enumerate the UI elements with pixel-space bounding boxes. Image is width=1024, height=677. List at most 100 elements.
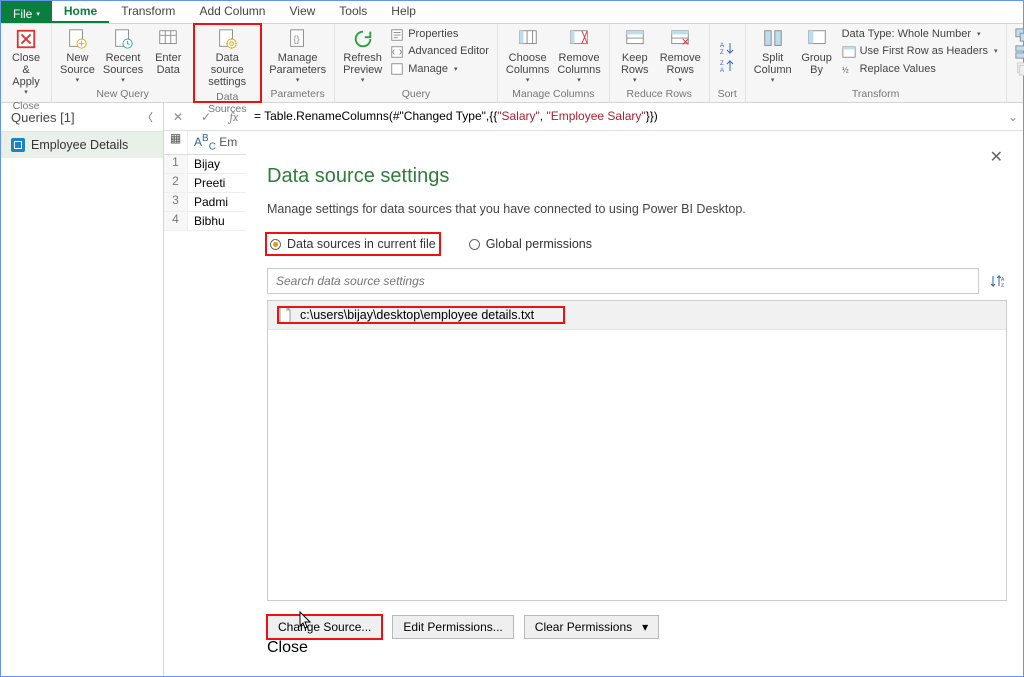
- tab-tools[interactable]: Tools: [327, 1, 379, 23]
- close-apply-button[interactable]: Close & Apply ▾: [5, 26, 47, 99]
- group-by-button[interactable]: Group By: [796, 26, 838, 78]
- cell[interactable]: Bijay: [188, 155, 226, 173]
- chevron-down-icon: ▾: [296, 77, 300, 85]
- chevron-down-icon: ▾: [994, 47, 998, 57]
- formula-cancel-icon[interactable]: ✕: [164, 110, 192, 124]
- radio-group-scope: Data sources in current file Global perm…: [267, 234, 1007, 254]
- choose-columns-button[interactable]: Choose Columns▾: [502, 26, 553, 87]
- data-source-settings-button[interactable]: Data source settings: [198, 26, 256, 90]
- data-type-label: Data Type: Whole Number: [842, 27, 971, 42]
- recent-sources-button[interactable]: Recent Sources▾: [99, 26, 147, 87]
- sort-asc-icon[interactable]: AZ: [719, 40, 735, 56]
- fx-icon[interactable]: fx: [220, 110, 248, 124]
- ribbon-group-close: Close & Apply ▾ Close: [1, 24, 52, 102]
- formula-text-1: = Table.RenameColumns(#"Changed Type",{{: [254, 109, 497, 123]
- remove-rows-button[interactable]: Remove Rows▾: [656, 26, 705, 87]
- row-number: 2: [164, 174, 188, 192]
- formula-text-2: "Salary": [497, 109, 540, 123]
- clear-permissions-button[interactable]: Clear Permissions▾: [524, 615, 659, 639]
- cell[interactable]: Preeti: [188, 174, 231, 192]
- combine-files-icon: [1015, 62, 1024, 76]
- properties-label: Properties: [408, 27, 458, 42]
- group-label-sort: Sort: [714, 87, 741, 102]
- formula-expand-icon[interactable]: ⌄: [1003, 110, 1023, 124]
- data-source-settings-dialog: ✕ Data source settings Manage settings f…: [256, 138, 1018, 668]
- svg-text:A: A: [720, 43, 724, 49]
- table-icon: [11, 138, 25, 152]
- query-item-label: Employee Details: [31, 138, 128, 152]
- recent-sources-icon: [112, 28, 134, 50]
- formula-text-5: }}): [646, 109, 658, 123]
- change-source-label: Change Source...: [278, 620, 371, 634]
- tab-help[interactable]: Help: [379, 1, 428, 23]
- formula-text-4: "Employee Salary": [546, 109, 645, 123]
- queries-header[interactable]: Queries [1] 〈: [1, 103, 163, 132]
- tab-file[interactable]: File ▾: [1, 1, 52, 23]
- ribbon-group-reduce-rows: Keep Rows▾ Remove Rows▾ Reduce Rows: [610, 24, 710, 102]
- sort-desc-icon[interactable]: ZA: [719, 58, 735, 74]
- group-label-reduce-rows: Reduce Rows: [614, 87, 705, 102]
- tab-transform[interactable]: Transform: [109, 1, 187, 23]
- first-row-headers-button[interactable]: Use First Row as Headers▾: [838, 43, 1002, 60]
- data-grid[interactable]: ▦ABC Em 1Bijay 2Preeti 3Padmi 4Bibhu: [164, 131, 246, 231]
- headers-icon: [842, 45, 856, 59]
- row-number: 3: [164, 193, 188, 211]
- tab-view[interactable]: View: [277, 1, 327, 23]
- menubar: File ▾ Home Transform Add Column View To…: [1, 1, 1023, 23]
- change-source-button[interactable]: Change Source...: [267, 615, 382, 639]
- manage-label: Manage: [408, 62, 448, 77]
- data-source-row[interactable]: c:\users\bijay\desktop\employee details.…: [268, 301, 1006, 330]
- close-dialog-button[interactable]: Close: [267, 639, 1007, 657]
- choose-columns-icon: [517, 28, 539, 50]
- new-source-label: New Source: [60, 52, 95, 76]
- recent-sources-label: Recent Sources: [103, 52, 143, 76]
- manage-icon: [390, 62, 404, 76]
- data-type-button[interactable]: Data Type: Whole Number▾: [838, 26, 1002, 43]
- refresh-preview-button[interactable]: Refresh Preview▾: [339, 26, 386, 87]
- manage-button[interactable]: Manage ▾: [386, 61, 493, 78]
- radio-current-file[interactable]: Data sources in current file: [267, 234, 439, 254]
- append-queries-button[interactable]: Append Queries▾: [1011, 43, 1024, 60]
- manage-parameters-label: Manage Parameters: [269, 52, 326, 76]
- cell[interactable]: Padmi: [188, 193, 234, 211]
- tab-add-column[interactable]: Add Column: [187, 1, 277, 23]
- enter-data-button[interactable]: Enter Data: [147, 26, 189, 78]
- group-by-label: Group By: [801, 52, 832, 76]
- radio-icon: [469, 239, 480, 250]
- tab-home[interactable]: Home: [52, 1, 109, 23]
- replace-values-button[interactable]: ½Replace Values: [838, 61, 1002, 78]
- data-source-list[interactable]: c:\users\bijay\desktop\employee details.…: [267, 300, 1007, 601]
- query-item-employee-details[interactable]: Employee Details: [1, 132, 163, 158]
- svg-text:Z: Z: [1001, 283, 1004, 289]
- row-number: 1: [164, 155, 188, 173]
- group-by-icon: [806, 28, 828, 50]
- radio-global-permissions[interactable]: Global permissions: [469, 237, 592, 251]
- clear-permissions-label: Clear Permissions: [535, 620, 632, 634]
- keep-rows-button[interactable]: Keep Rows▾: [614, 26, 656, 87]
- properties-button[interactable]: Properties: [386, 26, 493, 43]
- dialog-close-icon[interactable]: ✕: [990, 147, 1003, 167]
- enter-data-icon: [157, 28, 179, 50]
- group-label-query: Query: [339, 87, 493, 102]
- advanced-editor-button[interactable]: Advanced Editor: [386, 43, 493, 60]
- group-label-manage-columns: Manage Columns: [502, 87, 605, 102]
- column-header[interactable]: ABC Em: [188, 131, 243, 154]
- remove-columns-button[interactable]: Remove Columns▾: [553, 26, 604, 87]
- remove-rows-label: Remove Rows: [660, 52, 701, 76]
- sort-icon[interactable]: AZ: [987, 271, 1007, 291]
- chevron-down-icon: ▾: [454, 65, 458, 75]
- new-source-button[interactable]: New Source▾: [56, 26, 99, 87]
- dialog-button-row: Change Source... Edit Permissions... Cle…: [267, 615, 1007, 639]
- dialog-subtitle: Manage settings for data sources that yo…: [267, 202, 1007, 216]
- chevron-left-icon[interactable]: 〈: [142, 109, 153, 125]
- split-column-button[interactable]: Split Column▾: [750, 26, 796, 87]
- edit-permissions-button[interactable]: Edit Permissions...: [392, 615, 513, 639]
- search-data-source-input[interactable]: [267, 268, 979, 294]
- combine-files-button[interactable]: Combine Files: [1011, 61, 1024, 78]
- merge-queries-button[interactable]: Merge Queries▾: [1011, 26, 1024, 43]
- search-row: AZ: [267, 268, 1007, 294]
- formula-input[interactable]: = Table.RenameColumns(#"Changed Type",{{…: [248, 109, 1003, 124]
- formula-commit-icon[interactable]: ✓: [192, 110, 220, 124]
- manage-parameters-button[interactable]: {} Manage Parameters▾: [265, 26, 330, 87]
- cell[interactable]: Bibhu: [188, 212, 231, 230]
